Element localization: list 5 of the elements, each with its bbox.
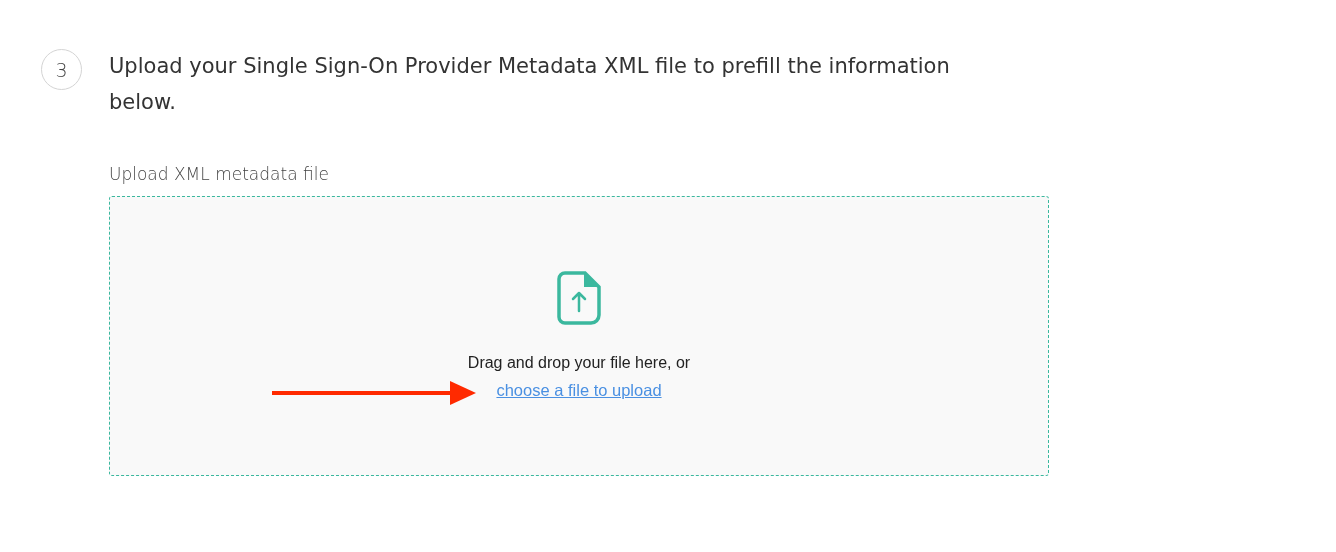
drop-prompt: Drag and drop your file here, or	[467, 354, 691, 372]
drop-zone[interactable]: Drag and drop your file here, or choose a file to upload	[109, 196, 1049, 476]
file-upload-icon	[557, 271, 601, 325]
step-heading: Upload your Single Sign-On Provider Metadata XML file to prefill the information below.	[109, 53, 951, 116]
field-label: Upload XML metadata file	[109, 164, 330, 184]
